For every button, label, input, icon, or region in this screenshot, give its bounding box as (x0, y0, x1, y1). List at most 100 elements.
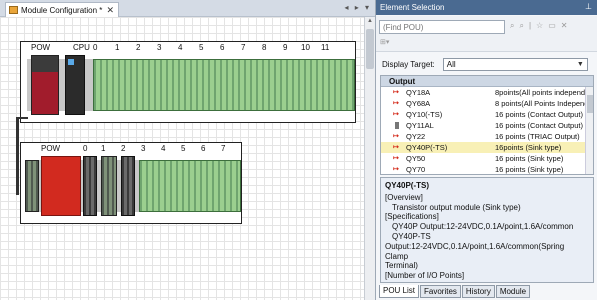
extension-cable (16, 117, 19, 195)
tab-scroll-controls[interactable]: ◂ ▸ ▾ (345, 3, 372, 12)
rack1-slot-label: CPU (73, 43, 90, 52)
output-module-icon: ↦ (393, 144, 399, 151)
rack1-slot-label: 7 (241, 43, 246, 52)
list-scrollbar[interactable] (585, 87, 593, 174)
item-name: QY40P(-TS) (406, 143, 448, 152)
description-line: [Overview] (385, 192, 423, 202)
list-items: ↦ QY18A 8points(All points independ ↦ QY68A 8… (381, 87, 593, 174)
list-item[interactable]: ↦ QY50 16 points (Sink type) (381, 153, 593, 164)
rack2-slot-label: 5 (181, 144, 186, 153)
list-item[interactable]: ↦ QY70 16 points (Sink type) (381, 164, 593, 174)
canvas-vertical-scrollbar[interactable]: ▲ (364, 17, 375, 300)
find-toolbar: ⌕ ⌕ | ☆ ▭ ✕ (376, 16, 597, 38)
item-description: 8 points(All Points Independ (495, 99, 589, 108)
find-tools: ⌕ ⌕ | ☆ ▭ ✕ (510, 21, 567, 31)
tab-title: Module Configuration * (21, 5, 103, 15)
rack1-slot-label: 9 (283, 43, 288, 52)
folder-icon[interactable]: ▭ (548, 21, 556, 31)
toolbar-options-icon[interactable]: ⊞▾ (380, 39, 389, 46)
rack2-slot-label: POW (41, 144, 61, 153)
description-line: 16 (385, 281, 589, 282)
pin-icon[interactable]: ⊥ (585, 2, 592, 11)
item-name: QY11AL (406, 121, 434, 130)
tab-pou-list[interactable]: POU List (379, 285, 420, 298)
output-module-icon: ↦ (393, 155, 399, 162)
module-configuration-tab[interactable]: Module Configuration * ✕ (5, 2, 119, 17)
module-configuration-pane: Module Configuration * ✕ ◂ ▸ ▾ POW CPU 0 1 2… (0, 0, 375, 300)
rack2-modules (25, 156, 241, 216)
description-pane: QY40P(-TS) [Overview] Transistor output m… (380, 177, 594, 283)
empty-io-slots[interactable] (93, 59, 355, 111)
item-description: 16 points (Sink type) (495, 165, 564, 174)
clear-icon[interactable]: ✕ (561, 21, 568, 31)
power-supply-module[interactable] (31, 55, 59, 115)
find-next-icon[interactable]: ⌕ (519, 21, 523, 31)
close-tab-icon[interactable]: ✕ (106, 5, 114, 16)
description-line: Transistor output module (Sink type) (392, 202, 521, 212)
output-module-icon: ↦ (393, 100, 399, 107)
list-scroll-thumb[interactable] (587, 95, 593, 113)
item-description: 16 points (Sink type) (495, 154, 564, 163)
pou-list[interactable]: Output ↦ QY18A 8points(All points independ… (380, 75, 594, 175)
element-selection-panel: Element Selection ⊥ ⌕ ⌕ | ☆ ▭ ✕ ⊞▾ Displ… (375, 0, 597, 300)
display-target-select[interactable]: All ▼ (442, 57, 588, 71)
rack1-slot-label: 6 (220, 43, 225, 52)
list-item[interactable]: ↦ QY18A 8points(All points independ (381, 87, 593, 98)
main-base-rack[interactable]: POW CPU 0 1 2 3 4 5 6 7 8 9 10 11 (20, 41, 356, 123)
module-box-icon (395, 122, 399, 129)
rack2-slot-label: 3 (141, 144, 146, 153)
panel-title-bar: Element Selection ⊥ (376, 0, 597, 15)
rack1-slot-label: 11 (321, 43, 330, 52)
output-module-icon: ↦ (393, 111, 399, 118)
tab-favorites[interactable]: Favorites (420, 285, 461, 298)
tab-module[interactable]: Module (495, 285, 531, 298)
io-module-slot-1[interactable] (101, 156, 117, 216)
item-name: QY70 (406, 165, 426, 174)
tab-history[interactable]: History (461, 285, 495, 298)
rack2-slot-label: 1 (101, 144, 106, 153)
scroll-up-icon[interactable]: ▲ (366, 18, 374, 27)
list-item[interactable]: QY11AL 16 points (Contact Output) (381, 120, 593, 131)
configuration-canvas[interactable]: POW CPU 0 1 2 3 4 5 6 7 8 9 10 11 POW 0 1 2 3 4 5 6 7 (0, 17, 364, 300)
display-target-label: Display Target: (382, 59, 435, 69)
io-module-slot-0[interactable] (83, 156, 97, 216)
description-line: QY40P-TS (392, 231, 431, 241)
rack1-slot-label: 5 (199, 43, 204, 52)
display-target-value: All (446, 59, 456, 69)
output-module-icon: ↦ (393, 166, 399, 173)
rack1-slot-label: 4 (178, 43, 183, 52)
extension-power-supply[interactable] (41, 156, 81, 216)
extension-connector[interactable] (25, 160, 39, 212)
rack1-slot-label: 2 (136, 43, 141, 52)
find-pou-input[interactable] (379, 20, 505, 34)
item-name: QY50 (406, 154, 426, 163)
io-module-slot-2[interactable] (121, 156, 135, 216)
item-name: QY22 (406, 132, 426, 141)
find-binoculars-icon[interactable]: ⌕ (510, 21, 514, 31)
description-lines: [Overview] Transistor output module (Sink… (385, 192, 589, 282)
bottom-tab-bar: POU List Favorites History Module (379, 285, 531, 298)
panel-title: Element Selection (380, 3, 445, 12)
rack1-slot-label: POW (31, 43, 51, 52)
favorite-icon[interactable]: ☆ (536, 21, 543, 31)
output-module-icon: ↦ (393, 89, 399, 96)
description-line: QY40P Output:12-24VDC,0.1A/point,1.6A/co… (392, 222, 574, 232)
list-item[interactable]: ↦ QY68A 8 points(All Points Independ (381, 98, 593, 109)
list-item[interactable]: ↦ QY10(-TS) 16 points (Contact Output) (381, 109, 593, 120)
empty-io-slots-ext[interactable] (139, 160, 241, 212)
list-item[interactable]: ↦ QY40P(-TS) 16points (Sink type) (381, 142, 593, 153)
list-item[interactable]: ↦ QY22 16 points (TRIAC Output) (381, 131, 593, 142)
extension-base-rack[interactable]: POW 0 1 2 3 4 5 6 7 (20, 142, 242, 224)
chevron-down-icon: ▼ (576, 60, 584, 68)
item-description: 16points (Sink type) (495, 143, 562, 152)
separator-icon: | (528, 21, 532, 30)
description-line: [Number of I/O Points] (385, 271, 465, 281)
description-line: Output:12-24VDC,0.1A/point,1.6A/common(S… (385, 241, 565, 261)
list-category-output[interactable]: Output (381, 76, 593, 87)
item-description: 16 points (TRIAC Output) (495, 132, 580, 141)
cpu-module[interactable] (65, 55, 85, 115)
description-line: Terminal) (385, 261, 418, 271)
scroll-thumb[interactable] (366, 29, 374, 69)
secondary-toolbar: ⊞▾ (376, 38, 597, 52)
output-module-icon: ↦ (393, 133, 399, 140)
